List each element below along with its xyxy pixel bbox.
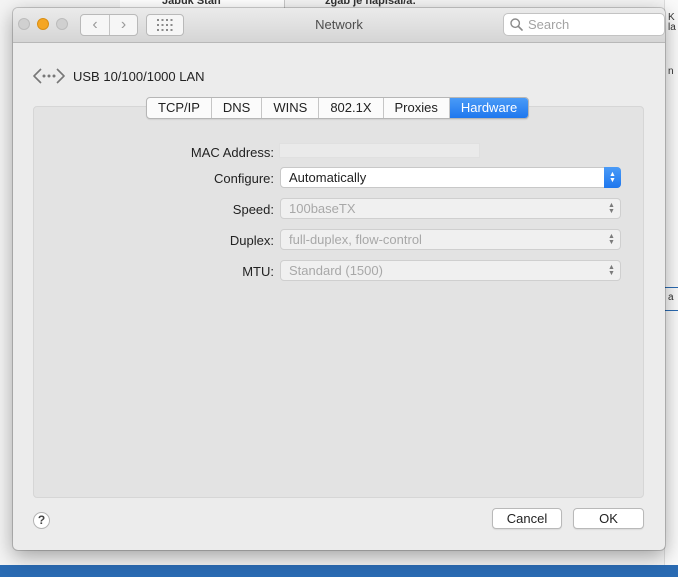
forward-button[interactable]: › (108, 15, 137, 35)
chevron-right-icon: › (120, 16, 127, 33)
background-right-text: la (668, 22, 676, 33)
background-header-right: zgab je napisal/a: (325, 0, 417, 7)
navigation-buttons: ‹ › (80, 14, 138, 36)
mtu-value: Standard (1500) (289, 263, 383, 278)
tab-tcpip[interactable]: TCP/IP (147, 98, 212, 118)
cancel-button[interactable]: Cancel (492, 508, 562, 529)
tab-proxies[interactable]: Proxies (384, 98, 450, 118)
mtu-popup: Standard (1500) ▲ ▼ (280, 260, 621, 281)
search-placeholder: Search (528, 17, 570, 32)
mtu-label: MTU: (242, 264, 274, 279)
tab-hardware[interactable]: Hardware (449, 98, 529, 118)
interface-name: USB 10/100/1000 LAN (73, 68, 205, 84)
zoom-window-button[interactable] (56, 18, 68, 30)
background-divider (664, 310, 678, 311)
duplex-label: Duplex: (229, 233, 274, 248)
popup-arrows-icon: ▲ ▼ (608, 232, 615, 246)
configure-popup[interactable]: Automatically ▲ ▼ (280, 167, 621, 188)
mac-address-value (279, 143, 480, 158)
close-window-button[interactable] (18, 18, 30, 30)
titlebar: ‹ › Network Search (13, 8, 665, 43)
grid-icon (157, 19, 173, 31)
minimize-window-button[interactable] (37, 18, 49, 30)
network-preferences-window: ‹ › Network Search USB 10/100/1000 LAN T… (13, 8, 665, 550)
help-button[interactable]: ? (33, 512, 50, 529)
mac-address-label: MAC Address: (190, 145, 274, 160)
hardware-panel (33, 106, 644, 498)
back-button[interactable]: ‹ (81, 15, 109, 35)
popup-arrows-icon: ▲ ▼ (608, 263, 615, 277)
show-all-button[interactable] (146, 14, 184, 36)
background-divider (664, 287, 678, 288)
ok-button[interactable]: OK (573, 508, 644, 529)
configure-label: Configure: (214, 171, 274, 186)
background-right-strip (664, 0, 678, 565)
speed-popup: 100baseTX ▲ ▼ (280, 198, 621, 219)
configure-value: Automatically (289, 170, 367, 185)
tab-8021x[interactable]: 802.1X (319, 98, 384, 118)
popup-arrows-icon: ▲ ▼ (608, 201, 615, 215)
tab-bar: TCP/IP DNS WINS 802.1X Proxies Hardware (146, 97, 530, 119)
tab-wins[interactable]: WINS (262, 98, 320, 118)
duplex-value: full-duplex, flow-control (289, 232, 422, 247)
background-header-left: Jabuk Stan (120, 0, 285, 8)
speed-label: Speed: (232, 202, 274, 217)
search-field[interactable]: Search (503, 13, 665, 36)
background-right-text: a (668, 292, 674, 303)
background-right-text: n (668, 66, 674, 77)
search-icon (510, 18, 523, 31)
chevron-left-icon: ‹ (92, 16, 98, 33)
interface-header: USB 10/100/1000 LAN (33, 66, 205, 86)
ethernet-dots-icon (33, 68, 65, 84)
duplex-popup: full-duplex, flow-control ▲ ▼ (280, 229, 621, 250)
speed-value: 100baseTX (289, 201, 356, 216)
tab-dns[interactable]: DNS (212, 98, 263, 118)
popup-arrows-icon: ▲ ▼ (604, 167, 621, 188)
